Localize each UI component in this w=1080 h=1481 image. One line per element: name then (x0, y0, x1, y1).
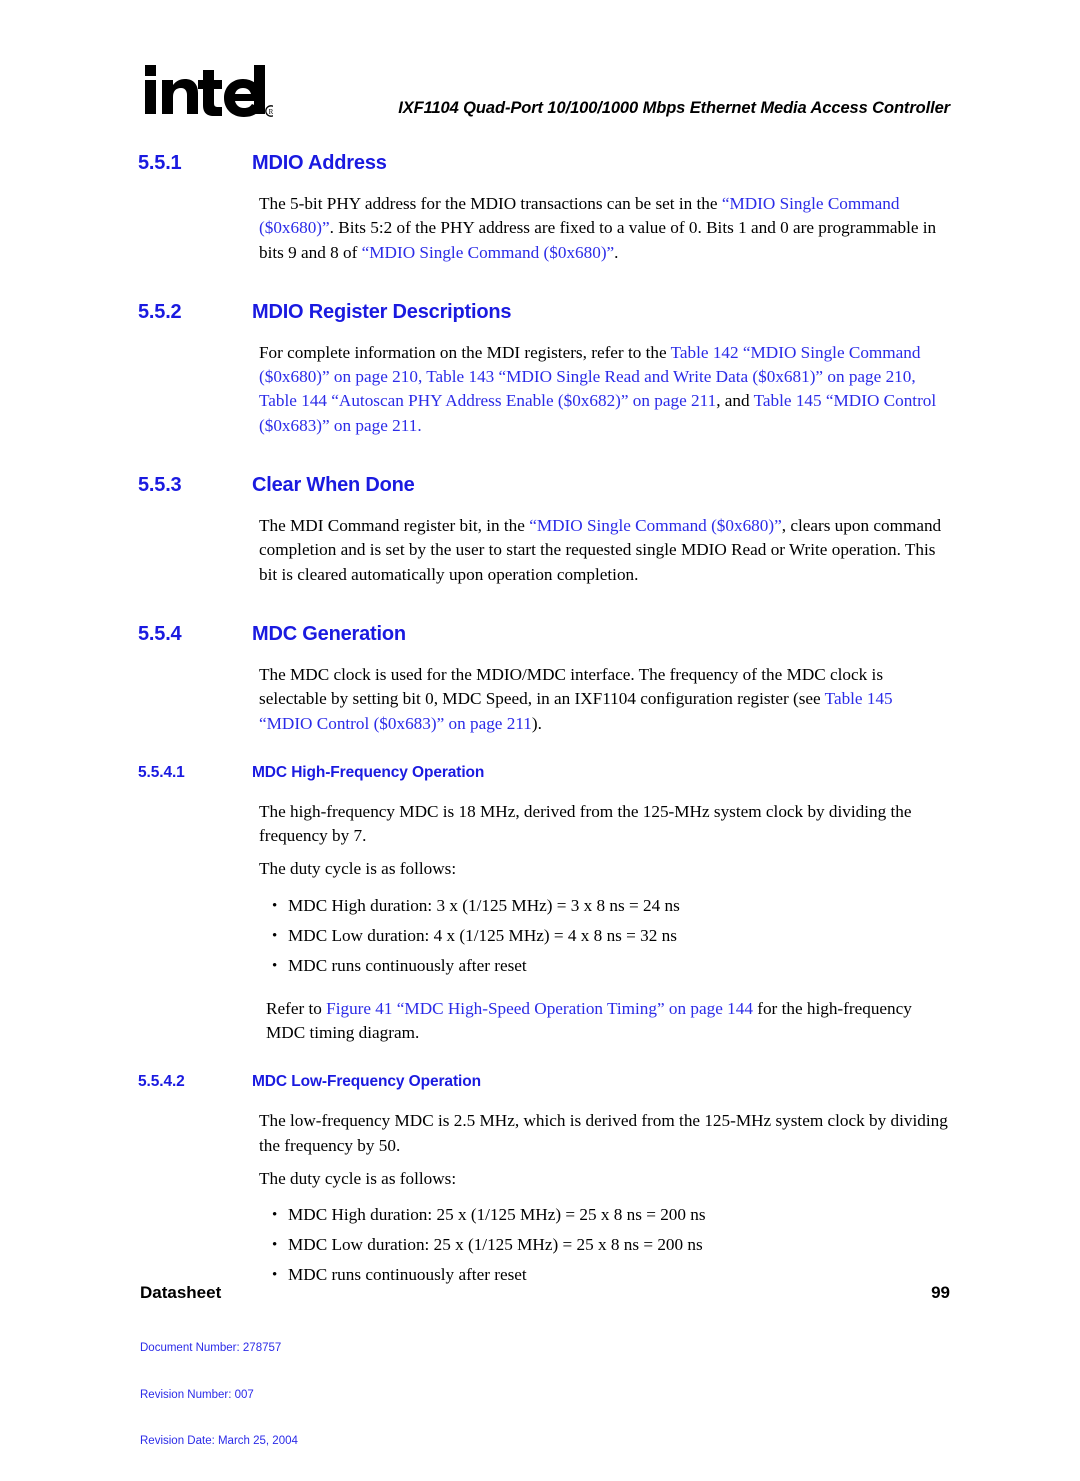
paragraph-5-5-3: The MDI Command register bit, in the “MD… (259, 514, 950, 587)
paragraph-5-5-4-2-duty: The duty cycle is as follows: (259, 1168, 457, 1188)
list-item: • MDC Low duration: 25 x (1/125 MHz) = 25… (272, 1230, 1080, 1260)
page-content: 5.5.1 MDIO Address The 5-bit PHY address… (0, 150, 1080, 1290)
link-mdio-single-command-3[interactable]: “MDIO Single Command ($0x680)” (529, 516, 782, 535)
heading-title: MDC High-Frequency Operation (252, 763, 485, 781)
heading-number: 5.5.3 (138, 474, 182, 497)
page-header: R IXF1104 Quad-Port 10/100/1000 Mbps Eth… (0, 60, 1080, 130)
heading-title: MDIO Address (252, 152, 387, 174)
list-item-label: MDC Low duration: 25 x (1/125 MHz) = 25 … (288, 1235, 703, 1255)
text-fragment: Refer to (266, 998, 327, 1018)
page-number: 99 (931, 1283, 950, 1302)
heading-number: 5.5.4 (138, 622, 182, 645)
bullet-icon: • (272, 1237, 278, 1254)
list-item: • MDC runs continuously after reset (272, 951, 1080, 981)
bullet-icon: • (272, 897, 278, 914)
text-fragment: The MDC clock is used for the MDIO/MDC i… (259, 664, 884, 709)
paragraph-5-5-4: The MDC clock is used for the MDIO/MDC i… (259, 663, 950, 736)
heading-number: 5.5.2 (138, 300, 182, 323)
svg-text:R: R (269, 108, 273, 116)
heading-title: MDC Low-Frequency Operation (252, 1073, 481, 1091)
text-fragment: For complete information on the MDI regi… (259, 342, 671, 362)
text-fragment: The MDI Command register bit, in the (259, 516, 530, 536)
text-fragment: , (911, 367, 916, 387)
document-number: Document Number: 278757 (140, 1342, 282, 1354)
heading-number: 5.5.4.1 (138, 763, 185, 781)
link-table-144[interactable]: Table 144 “Autoscan PHY Address Enable (… (259, 391, 716, 410)
bullet-list-high-frequency: • MDC High duration: 3 x (1/125 MHz) = 3 … (272, 891, 1080, 981)
revision-number: Revision Number: 007 (140, 1388, 254, 1401)
heading-5-5-4: 5.5.4 MDC Generation (0, 621, 1080, 647)
heading-number: 5.5.1 (138, 152, 182, 174)
paragraph-5-5-4-1-refer: Refer to Figure 41 “MDC High-Speed Opera… (266, 997, 950, 1046)
heading-title: MDIO Register Descriptions (252, 300, 512, 323)
heading-5-5-2: 5.5.2 MDIO Register Descriptions (0, 299, 1080, 325)
heading-number: 5.5.4.2 (138, 1073, 185, 1091)
list-item-label: MDC Low duration: 4 x (1/125 MHz) = 4 x … (288, 925, 677, 945)
page-footer: Datasheet 99 Document Number: 278757 Rev… (0, 1283, 1080, 1447)
list-item: • MDC High duration: 3 x (1/125 MHz) = 3 … (272, 891, 1080, 921)
text-fragment: . (417, 415, 422, 435)
bullet-icon: • (272, 927, 278, 944)
text-fragment: The 5-bit PHY address for the MDIO trans… (259, 194, 722, 213)
document-page: R IXF1104 Quad-Port 10/100/1000 Mbps Eth… (0, 0, 1080, 1447)
paragraph-5-5-4-1-intro: The high-frequency MDC is 18 MHz, derive… (259, 801, 912, 846)
heading-5-5-1: 5.5.1 MDIO Address (0, 150, 1080, 176)
paragraph-5-5-1: The 5-bit PHY address for the MDIO trans… (259, 192, 950, 265)
revision-date: Revision Date: March 25, 2004 (140, 1435, 298, 1447)
link-table-143[interactable]: Table 143 “MDIO Single Read and Write Da… (426, 367, 911, 386)
heading-5-5-4-1: 5.5.4.1 MDC High-Frequency Operation (0, 762, 1080, 784)
footer-label: Datasheet (140, 1283, 222, 1302)
text-fragment: ). (531, 713, 542, 733)
list-item-label: MDC High duration: 3 x (1/125 MHz) = 3 x… (288, 895, 680, 915)
heading-title: MDC Generation (252, 622, 406, 645)
list-item: • MDC Low duration: 4 x (1/125 MHz) = 4 x… (272, 921, 1080, 951)
header-title: IXF1104 Quad-Port 10/100/1000 Mbps Ether… (398, 99, 950, 117)
heading-5-5-3: 5.5.3 Clear When Done (0, 472, 1080, 498)
list-item-label: MDC runs continuously after reset (288, 955, 527, 975)
bullet-icon: • (272, 1207, 278, 1224)
link-mdio-single-command-2[interactable]: “MDIO Single Command ($0x680)” (362, 243, 615, 262)
list-item: • MDC High duration: 25 x (1/125 MHz) = 2… (272, 1200, 1080, 1230)
heading-5-5-4-2: 5.5.4.2 MDC Low-Frequency Operation (0, 1071, 1080, 1093)
intel-logo: R (143, 62, 273, 130)
list-item-label: MDC High duration: 25 x (1/125 MHz) = 25… (288, 1205, 706, 1225)
text-fragment: , (417, 367, 427, 387)
heading-title: Clear When Done (252, 474, 415, 497)
paragraph-5-5-4-2-intro: The low-frequency MDC is 2.5 MHz, which … (259, 1111, 948, 1155)
link-figure-41[interactable]: Figure 41 “MDC High-Speed Operation Timi… (326, 999, 753, 1018)
list-item-label: MDC runs continuously after reset (288, 1265, 527, 1285)
text-fragment: , and (716, 391, 754, 411)
bullet-icon: • (272, 957, 278, 974)
bullet-list-low-frequency: • MDC High duration: 25 x (1/125 MHz) = 2… (272, 1200, 1080, 1290)
footer-metadata: Document Number: 278757 Revision Number:… (140, 1310, 298, 1481)
paragraph-5-5-4-1-duty: The duty cycle is as follows: (259, 859, 457, 879)
text-fragment: . (614, 242, 619, 262)
paragraph-5-5-2: For complete information on the MDI regi… (259, 341, 950, 438)
